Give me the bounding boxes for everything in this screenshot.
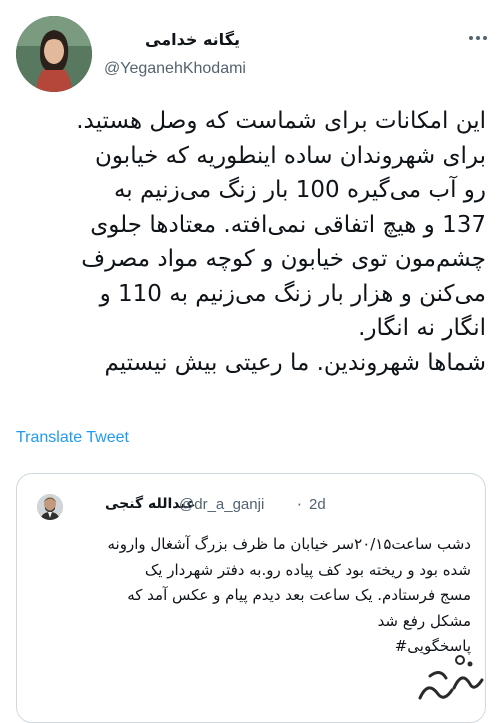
author-name[interactable]: یگانه خدامی (145, 30, 240, 49)
watermark-logo (410, 650, 490, 710)
quoted-author-avatar (37, 494, 63, 520)
quoted-tweet-header: عبدالله گنجی @dr_a_ganji · 2d (17, 474, 485, 522)
author-handle[interactable]: @YeganehKhodami (104, 60, 246, 78)
translate-tweet-link[interactable]: Translate Tweet (16, 429, 129, 447)
separator-dot: · (297, 496, 302, 514)
tweet-header: یگانه خدامی @YeganehKhodami (0, 0, 500, 100)
more-horizontal-icon[interactable] (464, 24, 492, 52)
quoted-author-handle: @dr_a_ganji (179, 496, 265, 513)
quoted-tweet-text: دشب ساعت۲۰/۱۵سر خیابان ما ظرف بزرگ آشغال… (107, 535, 472, 655)
tweet-text: این امکانات برای شماست که وصل هستید. برا… (76, 108, 486, 376)
quoted-timestamp: 2d (309, 496, 326, 513)
author-avatar[interactable] (16, 16, 92, 92)
